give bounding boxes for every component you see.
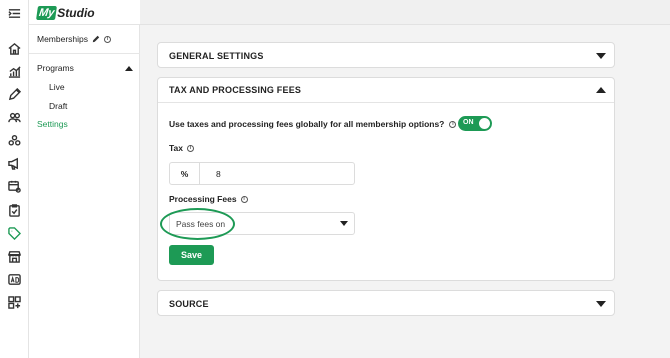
icon-rail (0, 0, 29, 358)
tax-label-text: Tax (169, 143, 184, 153)
groups-icon[interactable] (7, 133, 21, 147)
logo-bar: My Studio (29, 0, 140, 25)
info-icon[interactable]: i (104, 35, 112, 43)
source-panel[interactable]: SOURCE (157, 290, 615, 316)
processing-fees-label-text: Processing Fees (169, 194, 237, 204)
source-header[interactable]: SOURCE (158, 291, 614, 316)
ad-icon[interactable] (7, 272, 21, 286)
global-fees-question: Use taxes and processing fees globally f… (169, 119, 457, 129)
sidebar-item-settings[interactable]: Settings (37, 119, 68, 129)
memberships-title: Memberships i (37, 34, 112, 44)
tax-label: Tax i (169, 143, 195, 153)
general-settings-header[interactable]: GENERAL SETTINGS (158, 43, 614, 68)
chart-icon[interactable] (7, 64, 21, 78)
global-fees-question-label: Use taxes and processing fees globally f… (169, 119, 445, 129)
tax-fees-panel: TAX AND PROCESSING FEES Use taxes and pr… (157, 77, 615, 281)
menu-icon[interactable] (7, 6, 21, 20)
chevron-down-icon (340, 221, 348, 226)
general-settings-title: GENERAL SETTINGS (169, 50, 264, 61)
chevron-down-icon (596, 52, 606, 59)
sidebar-divider (29, 53, 140, 54)
percent-unit: % (170, 163, 200, 184)
chevron-up-icon (596, 87, 606, 93)
memberships-title-label: Memberships (37, 34, 89, 44)
global-fees-toggle[interactable]: ON (458, 116, 492, 131)
apps-icon[interactable] (7, 295, 21, 309)
chevron-down-icon (596, 300, 606, 307)
tax-input[interactable]: % 8 (169, 162, 355, 185)
info-icon[interactable]: i (240, 195, 248, 203)
programs-label: Programs (37, 63, 74, 73)
info-icon[interactable]: i (449, 120, 457, 128)
processing-fees-selected: Pass fees on (176, 218, 226, 229)
clipboard-check-icon[interactable] (7, 203, 21, 217)
calendar-settings-icon[interactable] (7, 179, 21, 193)
edit-pencil-icon[interactable] (92, 35, 100, 43)
logo-my: My (36, 6, 58, 20)
sidebar-item-programs[interactable]: Programs (37, 63, 133, 73)
megaphone-icon[interactable] (7, 156, 21, 170)
sidebar-item-live[interactable]: Live (49, 82, 65, 92)
tag-icon[interactable] (7, 226, 21, 240)
mystudio-logo[interactable]: My Studio (36, 5, 95, 21)
sidebar-item-draft[interactable]: Draft (49, 101, 67, 111)
tax-value[interactable]: 8 (200, 163, 221, 184)
toggle-knob (479, 118, 490, 129)
logo-studio: Studio (57, 6, 95, 20)
processing-fees-select[interactable]: Pass fees on (169, 212, 355, 235)
memberships-sidebar: Memberships i Programs Live Draft Settin… (29, 25, 140, 358)
chevron-up-icon (125, 65, 133, 71)
users-icon[interactable] (7, 110, 21, 124)
home-icon[interactable] (7, 41, 21, 55)
toggle-label: ON (463, 119, 474, 126)
tax-fees-title: TAX AND PROCESSING FEES (169, 85, 302, 95)
processing-fees-label: Processing Fees i (169, 194, 248, 204)
pencil-icon[interactable] (7, 87, 21, 101)
info-icon[interactable]: i (187, 144, 195, 152)
store-icon[interactable] (7, 249, 21, 263)
general-settings-panel[interactable]: GENERAL SETTINGS (157, 42, 615, 68)
save-button[interactable]: Save (169, 245, 214, 265)
tax-fees-header[interactable]: TAX AND PROCESSING FEES (158, 78, 614, 103)
source-title: SOURCE (169, 298, 209, 309)
